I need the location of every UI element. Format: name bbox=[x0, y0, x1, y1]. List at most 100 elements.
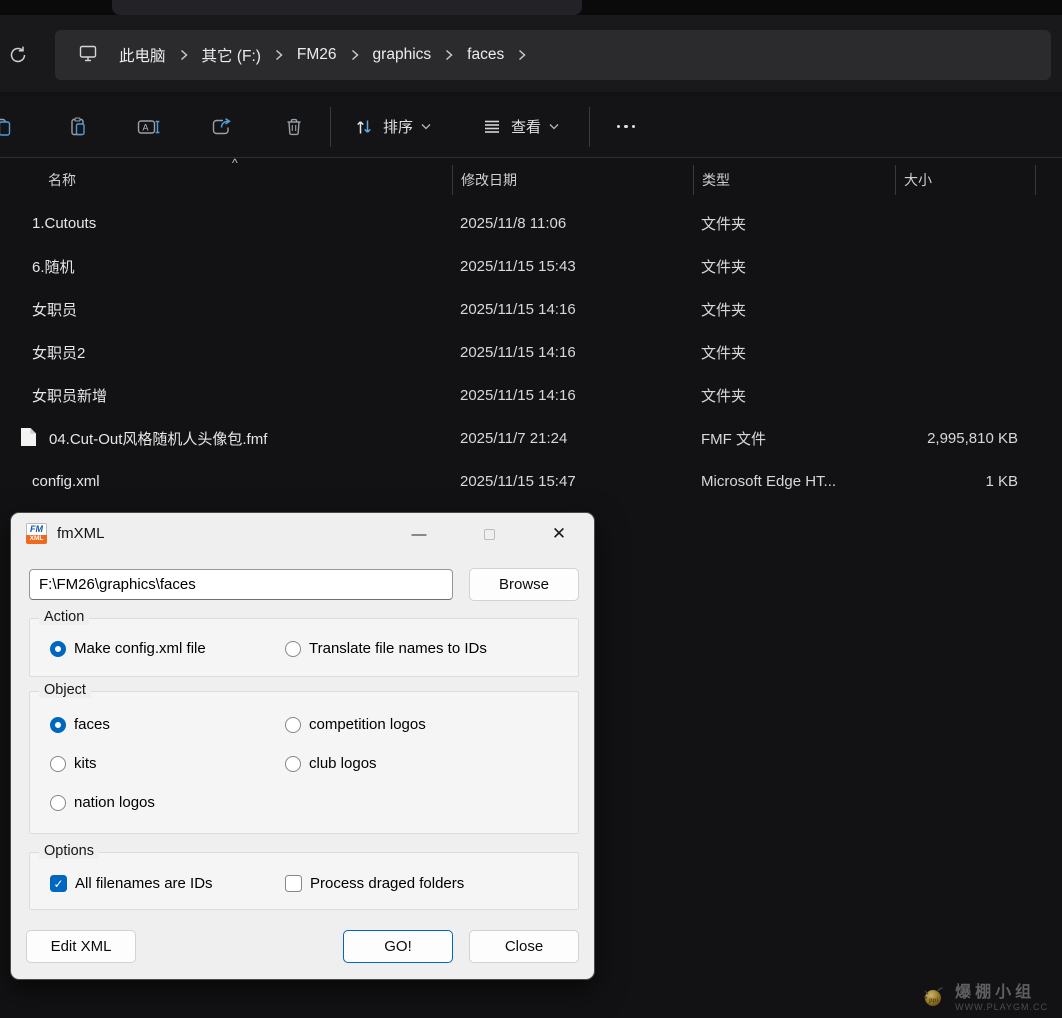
breadcrumb-item[interactable]: 此电脑 bbox=[113, 40, 172, 70]
breadcrumb-chevron-icon bbox=[437, 49, 461, 61]
radio-label: kits bbox=[74, 755, 97, 772]
dialog-title-bar[interactable]: FM XML fmXML bbox=[11, 513, 594, 553]
rename-button[interactable]: A bbox=[128, 107, 172, 147]
paste-icon bbox=[71, 116, 85, 135]
radio-option[interactable]: kits bbox=[50, 755, 97, 772]
file-row[interactable]: 04.Cut-Out风格随机人头像包.fmf 2025/11/7 21:24 F… bbox=[0, 417, 1062, 460]
column-header-size[interactable]: 大小 bbox=[895, 165, 1062, 195]
dialog-close-button[interactable]: Close bbox=[469, 930, 579, 963]
breadcrumb-item[interactable]: faces bbox=[461, 42, 510, 68]
chevron-down-icon bbox=[421, 124, 431, 130]
checkbox-label: All filenames are IDs bbox=[75, 875, 213, 892]
checkbox-label: Process draged folders bbox=[310, 875, 465, 892]
sort-ascending-indicator: ^ bbox=[232, 156, 238, 170]
file-name: 女职员 bbox=[32, 302, 78, 319]
column-divider bbox=[1035, 165, 1036, 195]
file-size: 1 KB bbox=[985, 473, 1018, 490]
chevron-down-icon bbox=[549, 124, 559, 130]
radio-option[interactable]: competition logos bbox=[285, 716, 426, 733]
view-dropdown[interactable]: 查看 bbox=[469, 107, 571, 147]
share-button[interactable] bbox=[200, 107, 244, 147]
radio-option[interactable]: Make config.xml file bbox=[50, 640, 206, 657]
rename-icon: A bbox=[137, 119, 160, 134]
navigation-bar: 此电脑 其它 (F:) FM26 graphics faces bbox=[0, 15, 1062, 92]
radio-icon bbox=[285, 640, 301, 657]
radio-icon bbox=[50, 640, 66, 657]
playgm-watermark: ppi 爆棚小组 WWW.PLAYGM.CC bbox=[921, 978, 1048, 1012]
file-date: 2025/11/15 15:43 bbox=[460, 258, 576, 275]
watermark-name: 爆棚小组 bbox=[955, 984, 1036, 1001]
bomb-logo-icon: ppi bbox=[923, 987, 943, 1006]
column-header-type[interactable]: 类型 bbox=[693, 165, 895, 195]
path-input[interactable] bbox=[29, 569, 453, 600]
breadcrumb-item[interactable]: graphics bbox=[367, 42, 438, 68]
paste-button[interactable] bbox=[56, 107, 100, 147]
radio-option[interactable]: nation logos bbox=[50, 794, 155, 811]
breadcrumb-chevron-icon bbox=[343, 49, 367, 61]
column-header-date[interactable]: 修改日期 bbox=[452, 165, 693, 195]
watermark-site: WWW.PLAYGM.CC bbox=[955, 1002, 1048, 1012]
address-bar[interactable]: 此电脑 其它 (F:) FM26 graphics faces bbox=[55, 30, 1051, 80]
more-options-button[interactable] bbox=[604, 107, 648, 147]
file-name: 6.随机 bbox=[32, 259, 75, 276]
delete-button[interactable] bbox=[272, 107, 316, 147]
file-name: 1.Cutouts bbox=[32, 215, 97, 232]
svg-text:A: A bbox=[143, 122, 149, 132]
copy-icon bbox=[0, 118, 11, 136]
copy-button[interactable] bbox=[0, 107, 22, 147]
file-row[interactable]: 女职员新增 2025/11/15 14:16 文件夹 bbox=[0, 374, 1062, 417]
column-header-name[interactable]: 名称 bbox=[0, 165, 452, 195]
close-button[interactable]: ✕ bbox=[543, 521, 575, 547]
file-row[interactable]: 1.Cutouts 2025/11/8 11:06 文件夹 bbox=[0, 202, 1062, 245]
breadcrumb-chevron-icon bbox=[510, 49, 534, 61]
radio-icon bbox=[50, 794, 66, 811]
tab-bar bbox=[0, 0, 1062, 15]
file-type: 文件夹 bbox=[701, 259, 747, 276]
view-label: 查看 bbox=[511, 119, 542, 136]
breadcrumb-item[interactable]: FM26 bbox=[291, 42, 343, 68]
sort-label: 排序 bbox=[383, 119, 414, 136]
file-date: 2025/11/15 14:16 bbox=[460, 344, 576, 361]
file-row[interactable]: 女职员2 2025/11/15 14:16 文件夹 bbox=[0, 331, 1062, 374]
minimize-button[interactable]: — bbox=[403, 521, 435, 547]
this-pc-icon[interactable] bbox=[77, 42, 99, 69]
maximize-button[interactable] bbox=[473, 521, 505, 547]
file-row[interactable]: config.xml 2025/11/15 15:47 Microsoft Ed… bbox=[0, 460, 1062, 503]
breadcrumb: 此电脑 其它 (F:) FM26 graphics faces bbox=[113, 40, 534, 70]
file-type: Microsoft Edge HT... bbox=[701, 473, 837, 490]
file-date: 2025/11/15 15:47 bbox=[460, 473, 576, 490]
action-group-label: Action bbox=[39, 609, 90, 625]
go-button[interactable]: GO! bbox=[343, 930, 453, 963]
document-icon bbox=[20, 427, 37, 451]
radio-option[interactable]: Translate file names to IDs bbox=[285, 640, 487, 657]
file-type: 文件夹 bbox=[701, 216, 747, 233]
refresh-button[interactable] bbox=[4, 41, 32, 69]
fmxml-app-icon: FM XML bbox=[26, 522, 47, 544]
breadcrumb-item[interactable]: 其它 (F:) bbox=[196, 40, 267, 70]
radio-option[interactable]: faces bbox=[50, 716, 110, 733]
radio-icon bbox=[50, 716, 66, 733]
file-date: 2025/11/8 11:06 bbox=[460, 215, 567, 232]
refresh-icon bbox=[10, 46, 26, 63]
radio-label: Translate file names to IDs bbox=[309, 640, 487, 657]
explorer-tab[interactable] bbox=[112, 0, 582, 15]
file-rows: 1.Cutouts 2025/11/8 11:06 文件夹 6.随机 2025/… bbox=[0, 202, 1062, 503]
checkbox-option[interactable]: ✓ All filenames are IDs bbox=[50, 875, 213, 892]
radio-icon bbox=[285, 755, 301, 772]
browse-button[interactable]: Browse bbox=[469, 568, 579, 601]
radio-option[interactable]: club logos bbox=[285, 755, 377, 772]
sort-dropdown[interactable]: 排序 bbox=[341, 107, 443, 147]
file-date: 2025/11/15 14:16 bbox=[460, 301, 576, 318]
file-type: 文件夹 bbox=[701, 302, 747, 319]
options-group-label: Options bbox=[39, 843, 99, 859]
command-bar: A 排序 查看 bbox=[0, 96, 1062, 157]
toolbar-divider bbox=[330, 106, 331, 147]
file-name: 04.Cut-Out风格随机人头像包.fmf bbox=[49, 431, 268, 448]
file-row[interactable]: 女职员 2025/11/15 14:16 文件夹 bbox=[0, 288, 1062, 331]
edit-xml-button[interactable]: Edit XML bbox=[26, 930, 136, 963]
file-name: 女职员新增 bbox=[32, 388, 108, 405]
object-group: Object faces kits nation logos competiti… bbox=[29, 682, 579, 834]
checkbox-option[interactable]: Process draged folders bbox=[285, 875, 464, 892]
breadcrumb-chevron-icon bbox=[267, 49, 291, 61]
file-row[interactable]: 6.随机 2025/11/15 15:43 文件夹 bbox=[0, 245, 1062, 288]
